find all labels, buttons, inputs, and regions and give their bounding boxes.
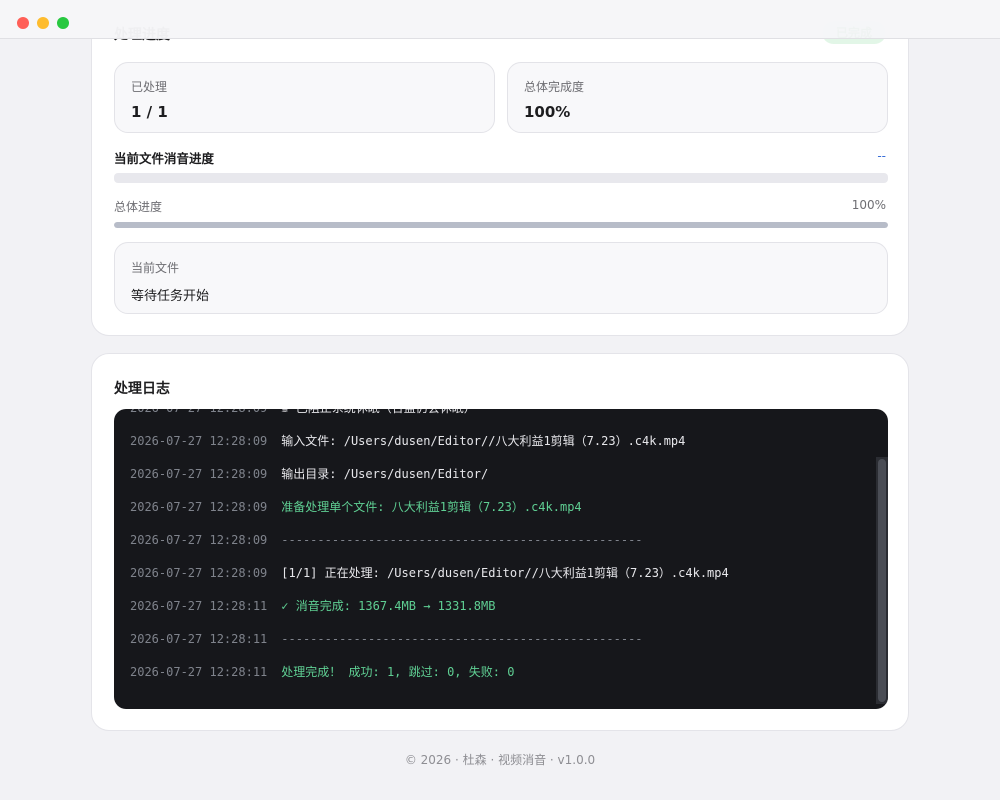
- log-message: ----------------------------------------…: [281, 533, 643, 547]
- log-timestamp: 2026-07-27 12:28:11: [130, 632, 268, 646]
- overall-completion-value: 100%: [524, 103, 571, 121]
- log-line: 2026-07-27 12:28:09 输入文件: /Users/dusen/Ed…: [130, 425, 868, 458]
- overall-completion-box: 总体完成度 100%: [507, 62, 888, 133]
- log-line: 2026-07-27 12:28:11 处理完成！ 成功: 1, 跳过: 0, 失…: [130, 656, 868, 689]
- log-timestamp: 2026-07-27 12:28:09: [130, 566, 268, 580]
- overall-progress-label: 总体进度: [114, 200, 163, 214]
- current-file-label: 当前文件: [131, 261, 180, 275]
- overall-progress-value: 100%: [851, 198, 886, 212]
- log-card: 处理日志 2026-07-27 12:28:09 ☕ 已阻止系统休眠（合盖仍会休眠…: [91, 353, 909, 731]
- log-line: 2026-07-27 12:28:09 ---------------------…: [130, 524, 868, 557]
- processed-label: 已处理: [131, 80, 168, 94]
- current-file-progress-label: 当前文件消音进度: [114, 151, 215, 166]
- log-scrollbar-thumb[interactable]: [878, 459, 886, 702]
- footer-text: © 2026 · 杜森 · 视频消音 · v1.0.0: [404, 753, 596, 767]
- current-file-progress-bar: [114, 173, 888, 183]
- log-line: 2026-07-27 12:28:09 准备处理单个文件: 八大利益1剪辑（7.2…: [130, 491, 868, 524]
- main-scroll-area[interactable]: 处理进度 已完成 已处理 1 / 1 总体完成度 100% 当前文件消音进度 -…: [0, 0, 1000, 800]
- log-message: 处理完成！ 成功: 1, 跳过: 0, 失败: 0: [281, 665, 515, 679]
- log-timestamp: 2026-07-27 12:28:09: [130, 500, 268, 514]
- log-message: 准备处理单个文件: 八大利益1剪辑（7.23）.c4k.mp4: [281, 500, 582, 514]
- log-section-title: 处理日志: [114, 381, 170, 397]
- log-message: 输出目录: /Users/dusen/Editor/: [281, 467, 489, 481]
- current-file-value: 等待任务开始: [131, 289, 210, 304]
- processed-count-box: 已处理 1 / 1: [114, 62, 495, 133]
- log-timestamp: 2026-07-27 12:28:11: [130, 665, 268, 679]
- log-line: 2026-07-27 12:28:09 [1/1] 正在处理: /Users/du…: [130, 557, 868, 590]
- log-line: 2026-07-27 12:28:09 ☕ 已阻止系统休眠（合盖仍会休眠）: [130, 409, 868, 425]
- log-line: 2026-07-27 12:28:11 ---------------------…: [130, 623, 868, 656]
- processed-value: 1 / 1: [131, 103, 168, 121]
- log-message: ☕ 已阻止系统休眠（合盖仍会休眠）: [281, 409, 475, 415]
- log-timestamp: 2026-07-27 12:28:09: [130, 467, 268, 481]
- log-line: 2026-07-27 12:28:11 ✓ 消音完成: 1367.4MB → 13…: [130, 590, 868, 623]
- log-message: 输入文件: /Users/dusen/Editor//八大利益1剪辑（7.23）…: [281, 434, 686, 448]
- overall-progress-fill: [114, 222, 888, 228]
- overall-completion-label: 总体完成度: [524, 80, 585, 94]
- close-window-button[interactable]: [17, 17, 29, 29]
- log-line: 2026-07-27 12:28:09 输出目录: /Users/dusen/Ed…: [130, 458, 868, 491]
- log-message: ----------------------------------------…: [281, 632, 643, 646]
- minimize-window-button[interactable]: [37, 17, 49, 29]
- log-timestamp: 2026-07-27 12:28:09: [130, 409, 267, 415]
- log-timestamp: 2026-07-27 12:28:11: [130, 599, 268, 613]
- log-lines: 2026-07-27 12:28:09☕ 已阻止系统休眠（合盖仍会休眠）2026…: [130, 409, 868, 689]
- log-message: [1/1] 正在处理: /Users/dusen/Editor//八大利益1剪辑…: [281, 566, 729, 580]
- current-file-box: 当前文件 等待任务开始: [114, 242, 888, 314]
- log-terminal[interactable]: 2026-07-27 12:28:09☕ 已阻止系统休眠（合盖仍会休眠）2026…: [114, 409, 888, 709]
- maximize-window-button[interactable]: [57, 17, 69, 29]
- progress-card: 处理进度 已完成 已处理 1 / 1 总体完成度 100% 当前文件消音进度 -…: [91, 0, 909, 336]
- current-file-progress-value: --: [877, 149, 886, 163]
- log-timestamp: 2026-07-27 12:28:09: [130, 434, 268, 448]
- window-titlebar: [0, 0, 1000, 39]
- log-timestamp: 2026-07-27 12:28:09: [130, 533, 268, 547]
- log-message: ✓ 消音完成: 1367.4MB → 1331.8MB: [281, 599, 496, 613]
- overall-progress-bar: [114, 222, 888, 228]
